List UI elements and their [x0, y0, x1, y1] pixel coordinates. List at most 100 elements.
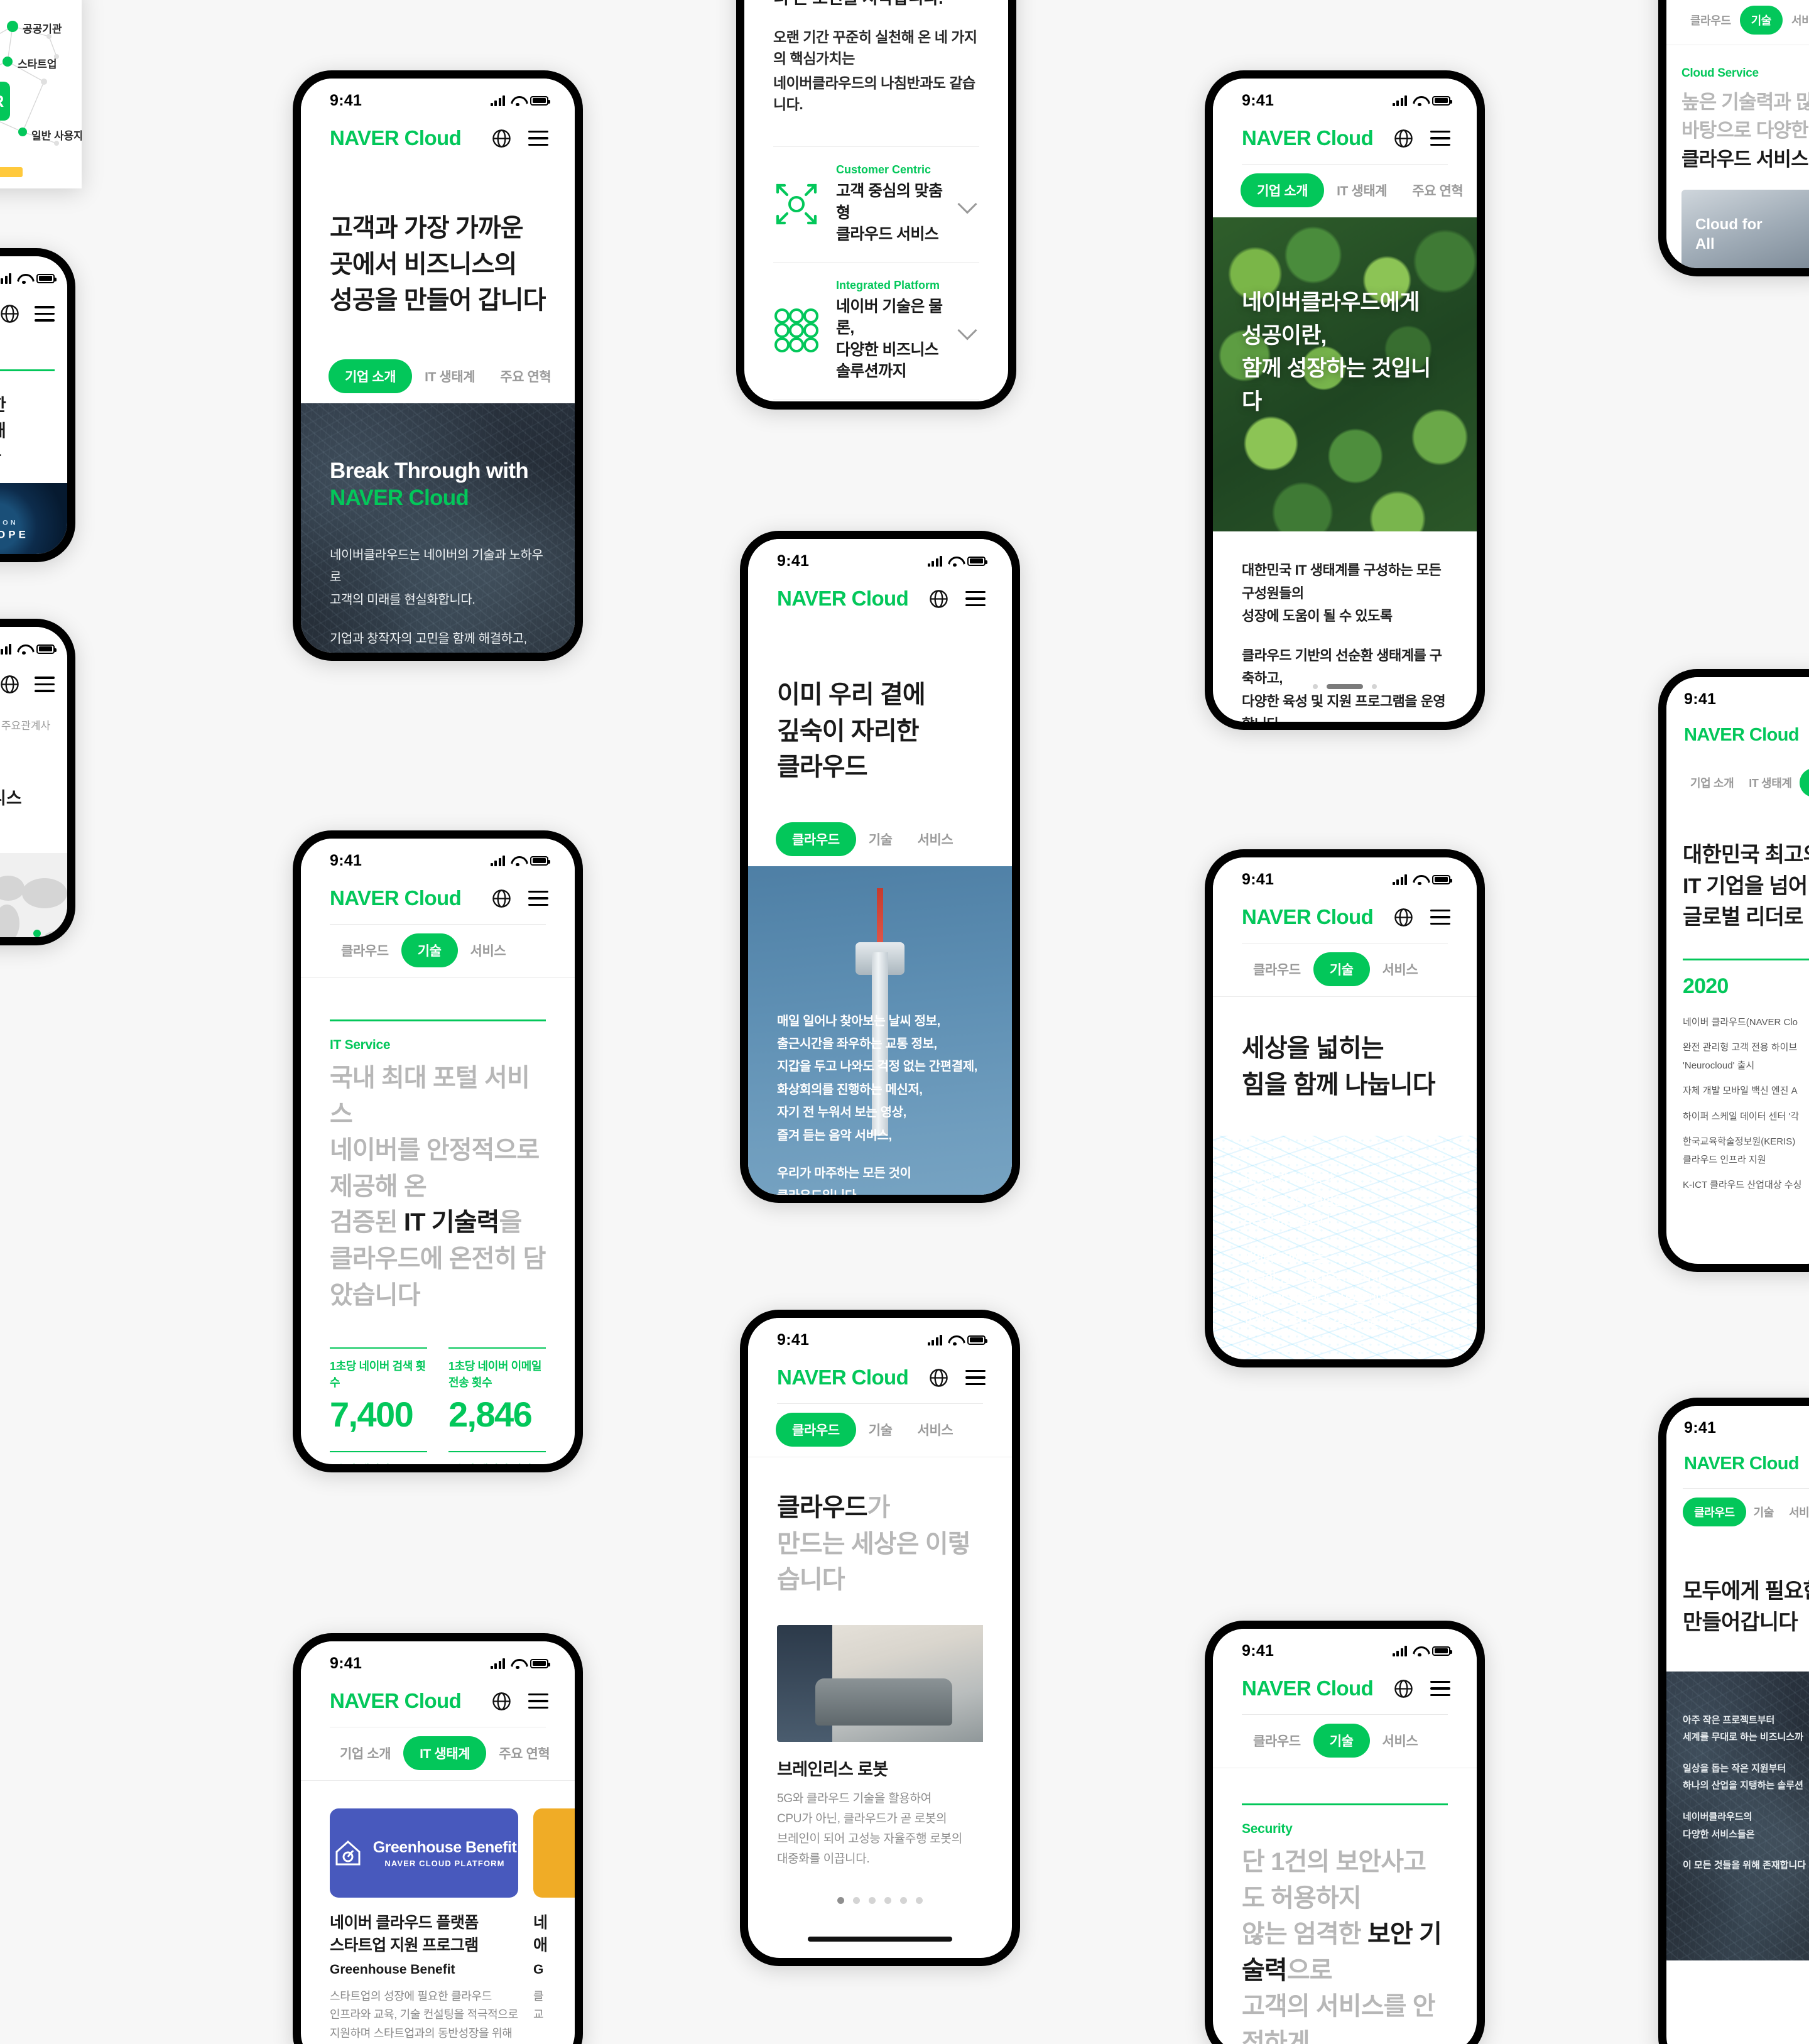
- menu-icon[interactable]: [965, 1369, 986, 1386]
- tab-service[interactable]: 서비스: [1783, 6, 1809, 35]
- signal-icon: [927, 555, 942, 567]
- tab-cloud[interactable]: 클라우드: [1241, 952, 1313, 986]
- tab-history[interactable]: 주요 연혁: [1399, 173, 1475, 207]
- value-title: 네이버 기술은 물론, 다양한 비즈니스 솔루션까지: [836, 297, 943, 381]
- naver-cloud-logo[interactable]: NAVER Cloud: [330, 1689, 462, 1713]
- globe-icon[interactable]: [492, 1692, 511, 1711]
- globe-icon[interactable]: [1394, 1679, 1413, 1699]
- tab-cloud[interactable]: 클라우드: [1241, 1724, 1313, 1758]
- globe-icon[interactable]: [929, 589, 948, 609]
- headline-line-2: 만드는 세상은 이렇습니다: [777, 1530, 971, 1594]
- menu-icon[interactable]: [35, 306, 55, 322]
- menu-icon[interactable]: [1430, 909, 1450, 925]
- naver-cloud-logo[interactable]: NAVER Cloud: [1684, 725, 1800, 746]
- tab-tech[interactable]: 기술: [401, 933, 458, 967]
- menu-icon[interactable]: [1430, 130, 1450, 146]
- program-card[interactable]: Greenhouse Benefit NAVER CLOUD PLATFORM …: [330, 1808, 518, 2043]
- carousel-dots[interactable]: [748, 1897, 1012, 1904]
- naver-cloud-logo[interactable]: NAVER Cloud: [1242, 905, 1374, 929]
- tab-it-ecosystem[interactable]: IT 생태계: [1324, 173, 1399, 207]
- region-tab-partial[interactable]: 스: [0, 337, 55, 353]
- naver-cloud-logo[interactable]: NAVER Cloud: [1684, 1454, 1800, 1474]
- globe-icon[interactable]: [1394, 129, 1413, 148]
- tab-it-ecosystem[interactable]: IT 생태계: [412, 359, 487, 393]
- region-headline: 에 구축한 크를 통해 서비스를: [0, 393, 55, 469]
- naver-cloud-logo[interactable]: NAVER Cloud: [777, 587, 909, 611]
- globe-icon[interactable]: [929, 1368, 948, 1388]
- globe-icon[interactable]: [492, 889, 511, 908]
- tab-cloud[interactable]: 클라우드: [1681, 6, 1740, 35]
- headline-line-1: 높은 기술력과 많: [1681, 91, 1809, 113]
- headline-line-1: 국내 최대 포털 서비스: [330, 1064, 530, 1128]
- cloud-card-list: 브레인리스 로봇 5G와 클라우드 기술을 활용하여 CPU가 아닌, 클라우드…: [777, 1624, 983, 1889]
- tab-cloud[interactable]: 클라우드: [1683, 1498, 1746, 1526]
- tab-service[interactable]: 서비스: [905, 822, 966, 856]
- value-title: 고객 중심의 맞춤형 클라우드 서비스: [836, 182, 943, 243]
- tab-service[interactable]: 서비스: [458, 933, 519, 967]
- map-tab-2[interactable]: 주요관계사: [1, 717, 50, 732]
- globe-icon[interactable]: [0, 675, 19, 694]
- tab-service[interactable]: 서비스: [905, 1413, 966, 1447]
- tab-company-info[interactable]: 회사 정보: [1475, 173, 1477, 207]
- naver-cloud-logo[interactable]: NAVER Cloud: [330, 886, 462, 910]
- tab-it-ecosystem[interactable]: IT 생태계: [1741, 768, 1799, 797]
- history-entry: K-ICT 클라우드 산업대상 수싱: [1683, 1180, 1802, 1191]
- cloud-for-all-card: Cloud for All: [1681, 189, 1809, 268]
- tab-service[interactable]: 서비스: [1370, 1724, 1431, 1758]
- phone-cloud-nearby: 9:41 NAVER Cloud 이미 우리 곁에 깊숙이 자리한 클라우드 클…: [740, 531, 1020, 1203]
- tab-tech[interactable]: 기술: [1313, 1724, 1370, 1758]
- chevron-down-icon[interactable]: [957, 194, 977, 214]
- tab-cloud[interactable]: 클라우드: [329, 933, 401, 967]
- wifi-icon: [17, 644, 31, 655]
- naver-cloud-logo[interactable]: NAVER Cloud: [330, 126, 462, 150]
- tab-tech[interactable]: 기술: [856, 822, 905, 856]
- globe-icon[interactable]: [0, 304, 19, 323]
- menu-icon[interactable]: [965, 590, 986, 607]
- network-naver-node: NAVER: [0, 82, 10, 121]
- globe-icon[interactable]: [1394, 908, 1413, 927]
- globe-icon[interactable]: [492, 129, 511, 148]
- tab-company-intro[interactable]: 기업 소개: [1683, 768, 1741, 797]
- naver-cloud-logo[interactable]: NAVER Cloud: [777, 1366, 909, 1389]
- logo-naver: NAVER: [330, 1689, 399, 1712]
- network-accent-bar: [0, 167, 23, 177]
- tech-tabs: 클라우드 기술 서비스: [1213, 943, 1477, 996]
- menu-icon[interactable]: [528, 890, 548, 906]
- program-card[interactable]: 네 애 G 클 교: [533, 1808, 575, 2043]
- value-row-global-leadership[interactable]: Global Leadership 글로벌 클라우드 서비스로 시장을 리딩: [773, 398, 979, 402]
- tab-it-ecosystem[interactable]: IT 생태계: [403, 1736, 487, 1770]
- menu-icon[interactable]: [528, 130, 548, 146]
- chevron-down-icon[interactable]: [957, 320, 977, 340]
- value-row-customer-centric[interactable]: Customer Centric 고객 중심의 맞춤형 클라우드 서비스: [773, 146, 979, 262]
- carousel-dots[interactable]: [1213, 684, 1477, 689]
- tab-cloud[interactable]: 클라우드: [776, 822, 856, 856]
- status-time: 9:41: [1684, 690, 1717, 708]
- tab-tech[interactable]: 기술: [856, 1413, 905, 1447]
- tab-tech[interactable]: 기술: [1313, 952, 1370, 986]
- tab-cloud[interactable]: 클라우드: [776, 1413, 856, 1447]
- tab-service[interactable]: 서비스: [1781, 1498, 1809, 1526]
- tab-company-intro[interactable]: 기업 소개: [327, 1736, 403, 1770]
- menu-icon[interactable]: [35, 677, 55, 692]
- tab-company-info[interactable]: 회사 정보: [562, 1736, 575, 1770]
- tab-history[interactable]: 주요 연혁: [1799, 768, 1809, 797]
- network-label-public: 공공기관: [23, 23, 62, 35]
- tab-tech[interactable]: 기술: [1739, 6, 1783, 35]
- naver-cloud-logo[interactable]: NAVER Cloud: [1242, 1677, 1374, 1700]
- menu-icon[interactable]: [528, 1693, 548, 1709]
- cloud-card[interactable]: 브레인리스 로봇 5G와 클라우드 기술을 활용하여 CPU가 아닌, 클라우드…: [777, 1624, 983, 1889]
- map-marker-singapore[interactable]: [33, 929, 41, 937]
- tab-company-intro[interactable]: 기업 소개: [1241, 173, 1325, 207]
- menu-icon[interactable]: [1430, 1680, 1450, 1697]
- value-row-integrated-platform[interactable]: Integrated Platform 네이버 기술은 물론, 다양한 비즈니스…: [773, 261, 979, 399]
- green-divider: [1683, 958, 1809, 960]
- sky-overlay-list: 매일 일어나 찾아보는 날씨 정보, 출근시간을 좌우하는 교통 정보, 지갑을…: [777, 1014, 977, 1143]
- tab-service[interactable]: 서비스: [1370, 952, 1431, 986]
- naver-cloud-logo[interactable]: NAVER Cloud: [1242, 126, 1374, 150]
- tab-history[interactable]: 주요 연혁: [487, 359, 563, 393]
- tab-history[interactable]: 주요 연혁: [486, 1736, 562, 1770]
- tab-company-intro[interactable]: 기업 소개: [329, 359, 413, 393]
- ecosystem-body-2: 클라우드 기반의 선순환 생태계를 구축하고, 다양한 육성 및 지원 프로그램…: [1242, 647, 1446, 722]
- tab-company-info[interactable]: 회사 정보: [563, 359, 575, 393]
- tab-tech[interactable]: 기술: [1746, 1498, 1781, 1526]
